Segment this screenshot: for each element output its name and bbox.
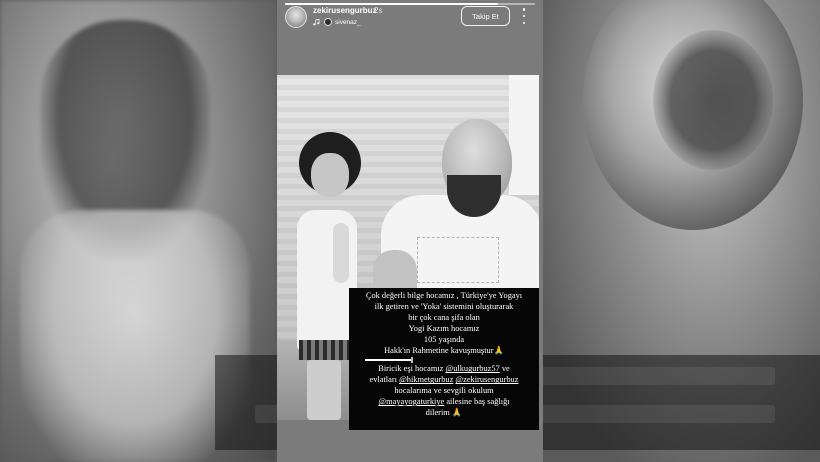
- mention-link[interactable]: @ulkugurbuz57: [445, 364, 499, 373]
- story-caption: Çok değerli bilge hocamız , Türkiye'ye Y…: [349, 288, 539, 430]
- caption-line: evlatları @hikmetgurbuz @zekirusengurbuz: [351, 375, 537, 386]
- caption-line: Çok değerli bilge hocamız , Türkiye'ye Y…: [365, 291, 523, 300]
- caption-line: @mayayogaturkiye ailesine baş sağlığı: [351, 397, 537, 408]
- story-time-ago: 2s: [374, 6, 383, 15]
- caption-line: bir çok cana şifa olan: [408, 312, 480, 322]
- caption-text: evlatları: [369, 375, 400, 385]
- story-username[interactable]: zekirusengurbuz: [313, 6, 377, 15]
- music-user-name[interactable]: sivenaz_: [335, 19, 361, 26]
- pray-emoji-icon: 🙏: [451, 408, 463, 418]
- mention-link[interactable]: @hikmetgurbuz: [399, 375, 453, 384]
- caption-text: ve: [499, 364, 510, 374]
- mention-link[interactable]: @mayayogaturkiye: [378, 397, 444, 406]
- music-note-icon: [313, 18, 320, 26]
- caption-divider: [351, 356, 537, 364]
- caption-line: hocalarıma ve sevgili okulum: [394, 386, 494, 396]
- story-viewer[interactable]: zekirusengurbuz 2s sivenaz_ Takip Et Çok…: [277, 0, 543, 462]
- caption-line: dilerim 🙏: [351, 408, 537, 419]
- caption-text: dilerim: [425, 408, 450, 418]
- avatar[interactable]: [285, 6, 307, 28]
- caption-text: Hakk'ın Rahmetine kavuşmuştur: [384, 345, 494, 355]
- caption-line: ilk getiren ve 'Yoka' sistemini oluştura…: [374, 301, 514, 311]
- mention-link[interactable]: @zekirusengurbuz: [455, 375, 518, 384]
- caption-text: Biricik eşi hocamız: [378, 364, 446, 374]
- caption-text: ailesine baş sağlığı: [444, 397, 510, 407]
- caption-line: Biricik eşi hocamız @ulkugurbuz57 ve: [351, 364, 537, 375]
- caption-line: Hakk'ın Rahmetine kavuşmuştur🙏: [351, 346, 537, 357]
- pray-emoji-icon: 🙏: [493, 345, 504, 355]
- music-user-avatar: [324, 18, 332, 26]
- music-attribution[interactable]: sivenaz_: [313, 17, 361, 27]
- caption-line: 105 yaşında: [423, 334, 465, 344]
- more-options-icon[interactable]: [519, 8, 529, 24]
- caption-line: Yogi Kazım hocamız: [408, 323, 480, 333]
- story-header: zekirusengurbuz 2s sivenaz_ Takip Et: [277, 0, 543, 40]
- follow-button[interactable]: Takip Et: [461, 6, 510, 26]
